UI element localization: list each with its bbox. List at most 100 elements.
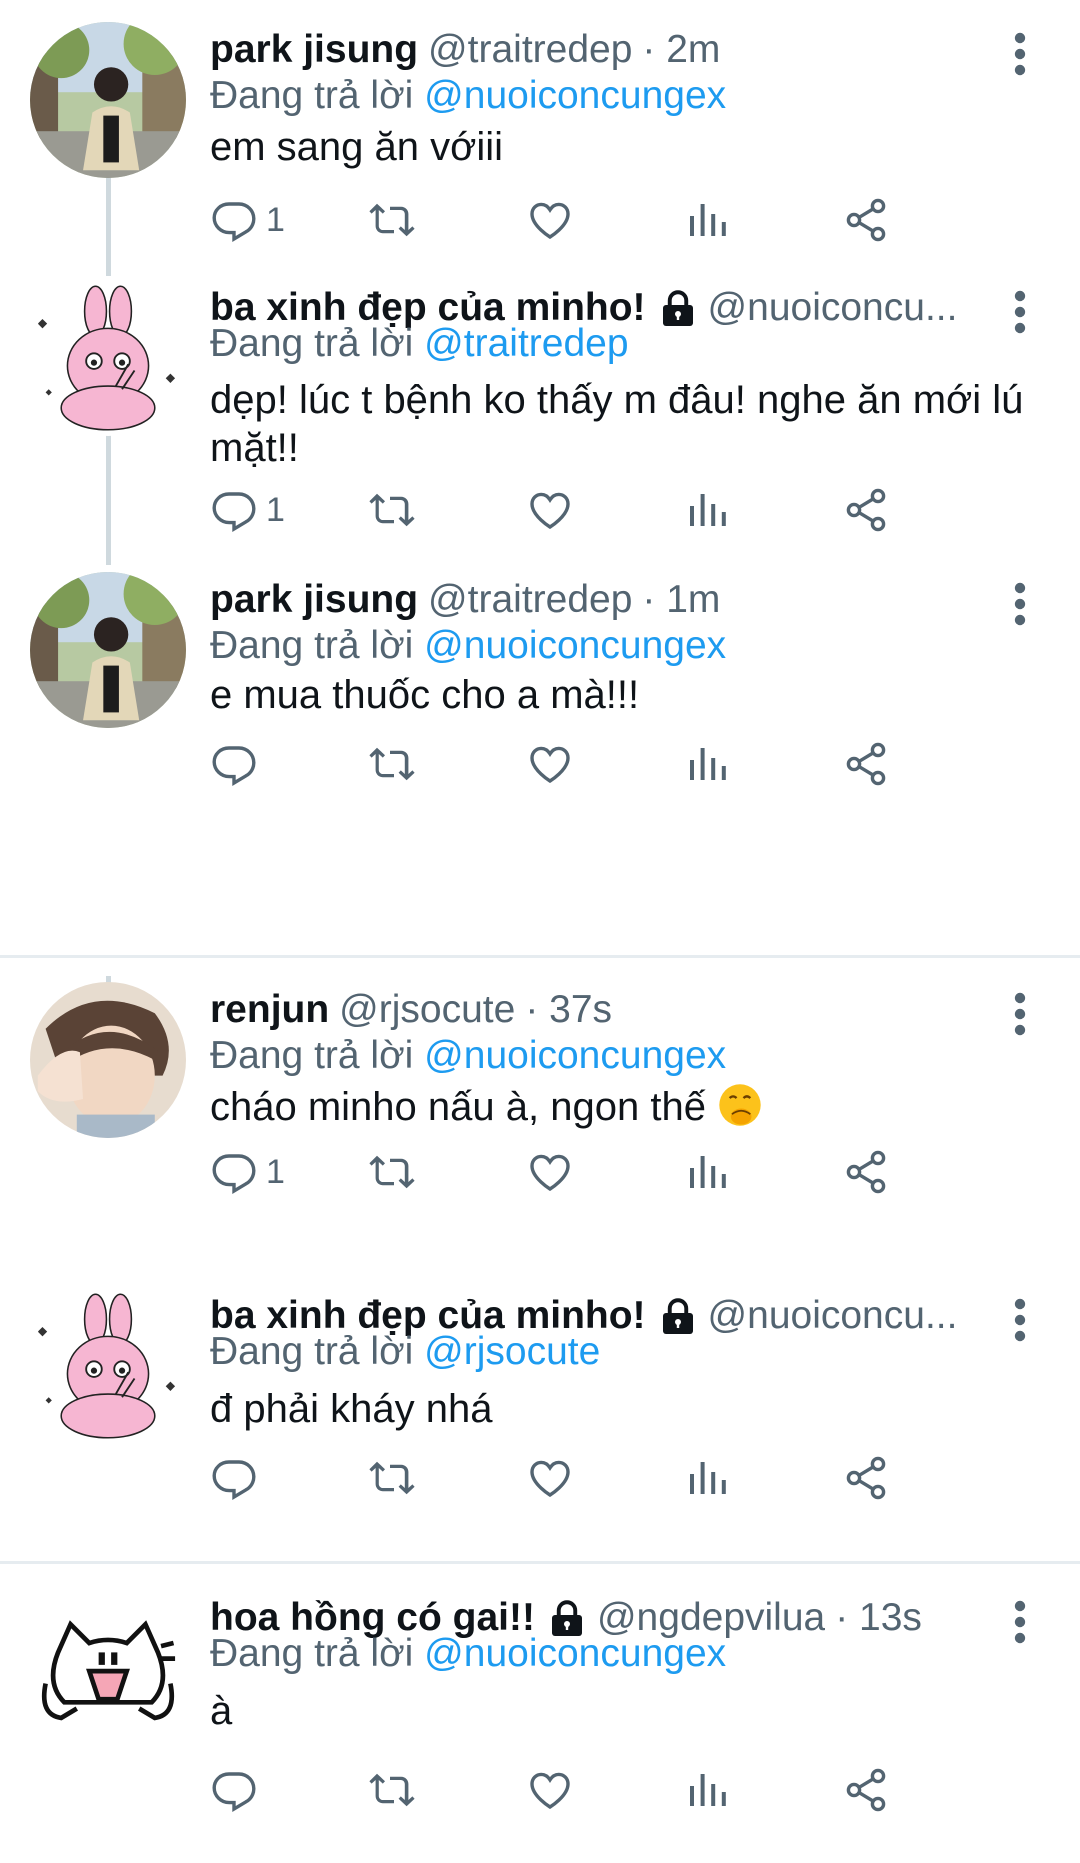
share-button[interactable] <box>842 1760 890 1820</box>
replying-to: Đang trả lời @traitredep <box>210 316 629 372</box>
tweet[interactable]: ba xinh đẹp của minho! @nuoiconcu... Đan… <box>0 1288 1080 1538</box>
replying-label: Đang trả lời <box>210 74 414 117</box>
mention-link[interactable]: @rjsocute <box>424 1330 600 1373</box>
analytics-icon <box>684 486 732 534</box>
tweet-text: em sang ăn vớiii <box>210 125 504 169</box>
avatar[interactable] <box>30 982 186 1138</box>
share-icon <box>842 196 890 244</box>
mention-link[interactable]: @nuoiconcungex <box>424 624 726 667</box>
reply-button[interactable]: 1 <box>210 190 285 250</box>
reply-icon <box>210 1766 258 1814</box>
avatar[interactable] <box>30 1288 186 1444</box>
views-button[interactable] <box>684 1142 732 1202</box>
mention-link[interactable]: @nuoiconcungex <box>424 74 726 117</box>
like-button[interactable] <box>526 1448 574 1508</box>
like-button[interactable] <box>526 190 574 250</box>
reply-button[interactable] <box>210 734 266 794</box>
share-icon <box>842 1148 890 1196</box>
reply-icon <box>210 1148 258 1196</box>
views-button[interactable] <box>684 734 732 794</box>
like-button[interactable] <box>526 480 574 540</box>
share-button[interactable] <box>842 480 890 540</box>
heart-icon <box>526 1454 574 1502</box>
replying-label: Đang trả lời <box>210 322 414 365</box>
retweet-button[interactable] <box>368 1142 416 1202</box>
heart-icon <box>526 740 574 788</box>
tweet-text-content: cháo minho nấu à, ngon thế <box>210 1085 706 1129</box>
avatar[interactable] <box>30 280 186 436</box>
more-vertical-icon[interactable] <box>1010 290 1030 334</box>
replying-to: Đang trả lời @nuoiconcungex <box>210 1028 726 1084</box>
handle[interactable]: @nuoiconcu... <box>708 1288 958 1344</box>
more-vertical-icon[interactable] <box>1010 992 1030 1036</box>
replying-label: Đang trả lời <box>210 1330 414 1373</box>
tweet-text: à <box>210 1689 233 1733</box>
reply-button[interactable]: 1 <box>210 1142 285 1202</box>
heart-icon <box>526 1148 574 1196</box>
avatar[interactable] <box>30 1590 186 1746</box>
action-bar: 1 <box>210 1142 1030 1202</box>
more-vertical-icon[interactable] <box>1010 32 1030 76</box>
retweet-button[interactable] <box>368 1760 416 1820</box>
retweet-icon <box>368 740 416 788</box>
tweet[interactable]: park jisung @traitredep · 1m Đang trả lờ… <box>0 572 1080 932</box>
reply-count: 1 <box>266 200 285 239</box>
reply-icon <box>210 486 258 534</box>
reply-count: 1 <box>266 490 285 529</box>
replying-to: Đang trả lời @nuoiconcungex <box>210 1626 726 1682</box>
mention-link[interactable]: @traitredep <box>424 322 628 365</box>
action-bar: 1 <box>210 480 1030 540</box>
like-button[interactable] <box>526 1760 574 1820</box>
reply-icon <box>210 740 258 788</box>
mention-link[interactable]: @nuoiconcungex <box>424 1632 726 1675</box>
retweet-button[interactable] <box>368 480 416 540</box>
views-button[interactable] <box>684 1448 732 1508</box>
retweet-icon <box>368 196 416 244</box>
more-vertical-icon[interactable] <box>1010 582 1030 626</box>
handle[interactable]: @nuoiconcu... <box>708 280 958 336</box>
tweet[interactable]: renjun @rjsocute · 37s Đang trả lời @nuo… <box>0 982 1080 1232</box>
share-icon <box>842 486 890 534</box>
retweet-icon <box>368 486 416 534</box>
retweet-icon <box>368 1454 416 1502</box>
tweet[interactable]: park jisung @traitredep · 2m Đang trả lờ… <box>0 22 1080 272</box>
action-bar <box>210 1760 1030 1820</box>
hand-over-mouth-emoji <box>717 1082 763 1128</box>
views-button[interactable] <box>684 1760 732 1820</box>
reply-button[interactable] <box>210 1448 266 1508</box>
views-button[interactable] <box>684 190 732 250</box>
reply-button[interactable]: 1 <box>210 480 285 540</box>
heart-icon <box>526 1766 574 1814</box>
avatar[interactable] <box>30 572 186 728</box>
mention-link[interactable]: @nuoiconcungex <box>424 1034 726 1077</box>
replying-label: Đang trả lời <box>210 624 414 667</box>
analytics-icon <box>684 1148 732 1196</box>
analytics-icon <box>684 196 732 244</box>
retweet-button[interactable] <box>368 1448 416 1508</box>
retweet-button[interactable] <box>368 734 416 794</box>
tweet[interactable]: hoa hồng có gai!! @ngdepvilua · 13s Đang… <box>0 1590 1080 1860</box>
tweet[interactable]: ba xinh đẹp của minho! @nuoiconcu... Đan… <box>0 280 1080 570</box>
like-button[interactable] <box>526 734 574 794</box>
timestamp[interactable]: · 13s <box>835 1590 922 1646</box>
more-vertical-icon[interactable] <box>1010 1298 1030 1342</box>
retweet-button[interactable] <box>368 190 416 250</box>
reply-button[interactable] <box>210 1760 266 1820</box>
share-button[interactable] <box>842 1142 890 1202</box>
retweet-icon <box>368 1766 416 1814</box>
reply-icon <box>210 1454 258 1502</box>
share-button[interactable] <box>842 734 890 794</box>
analytics-icon <box>684 740 732 788</box>
heart-icon <box>526 486 574 534</box>
analytics-icon <box>684 1454 732 1502</box>
more-vertical-icon[interactable] <box>1010 1600 1030 1644</box>
lock-icon <box>660 288 696 328</box>
analytics-icon <box>684 1766 732 1814</box>
replying-label: Đang trả lời <box>210 1632 414 1675</box>
avatar[interactable] <box>30 22 186 178</box>
share-button[interactable] <box>842 190 890 250</box>
views-button[interactable] <box>684 480 732 540</box>
like-button[interactable] <box>526 1142 574 1202</box>
share-button[interactable] <box>842 1448 890 1508</box>
tweet-text: dẹp! lúc t bệnh ko thấy m đâu! nghe ăn m… <box>210 378 1024 470</box>
